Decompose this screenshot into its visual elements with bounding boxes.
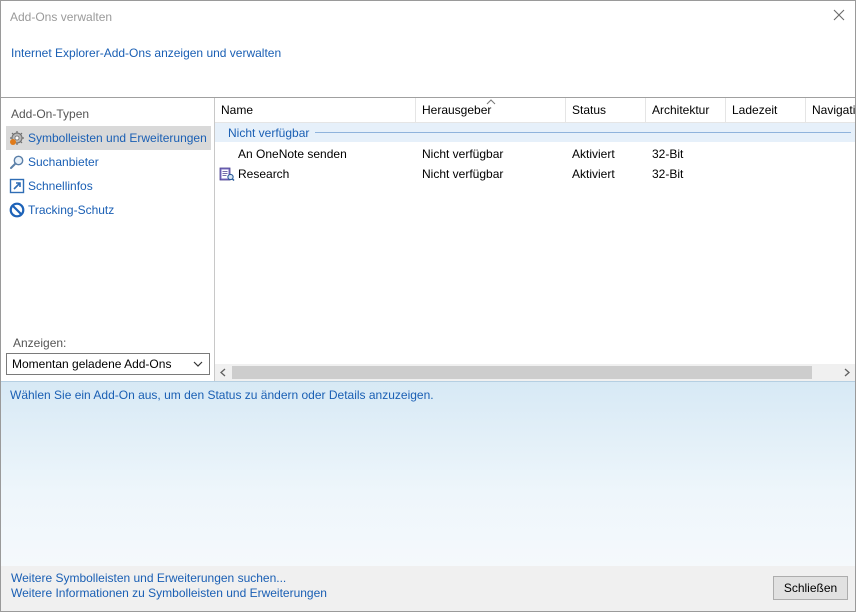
title-bar: Add-Ons verwalten — [1, 1, 855, 33]
addon-architecture: 32-Bit — [652, 167, 684, 181]
addon-type-toolbars-extensions[interactable]: Symbolleisten und Erweiterungen — [6, 126, 211, 150]
manage-addons-window: Add-Ons verwalten Internet Explorer-Add-… — [0, 0, 856, 612]
addon-publisher: Nicht verfügbar — [422, 167, 504, 181]
addon-types-panel: Add-On-Typen Symbolleisten und Erweiteru… — [1, 98, 214, 381]
close-button[interactable]: Schließen — [773, 576, 848, 600]
research-book-icon — [219, 166, 235, 182]
addon-publisher: Nicht verfügbar — [422, 147, 504, 161]
header: Internet Explorer-Add-Ons anzeigen und v… — [1, 33, 855, 97]
sort-ascending-icon — [486, 98, 496, 105]
table-row[interactable]: Research Nicht verfügbar Aktiviert 32-Bi… — [215, 164, 855, 184]
gear-icon — [9, 130, 25, 146]
accelerator-icon — [9, 178, 25, 194]
show-label: Anzeigen: — [13, 336, 67, 350]
column-header-navigation[interactable]: Navigati — [806, 98, 855, 123]
page-subtitle: Internet Explorer-Add-Ons anzeigen und v… — [11, 46, 282, 60]
addon-type-label: Tracking-Schutz — [28, 203, 115, 217]
column-header-load-time[interactable]: Ladezeit — [726, 98, 806, 123]
column-header-architecture[interactable]: Architektur — [646, 98, 726, 123]
scroll-left-icon[interactable] — [215, 364, 232, 381]
show-dropdown-value: Momentan geladene Add-Ons — [12, 357, 172, 371]
addon-status: Aktiviert — [572, 167, 615, 181]
column-headers: Name Herausgeber Status Architektur Lade… — [215, 98, 855, 123]
group-divider — [315, 132, 851, 133]
addon-type-list: Symbolleisten und Erweiterungen Suchanbi… — [6, 126, 211, 222]
addon-status: Aktiviert — [572, 147, 615, 161]
window-title: Add-Ons verwalten — [10, 10, 113, 24]
group-label: Nicht verfügbar — [228, 126, 310, 140]
column-header-status[interactable]: Status — [566, 98, 646, 123]
close-icon[interactable] — [831, 7, 847, 23]
addon-type-tracking-protection[interactable]: Tracking-Schutz — [6, 198, 211, 222]
horizontal-scrollbar[interactable] — [215, 364, 855, 381]
table-row[interactable]: An OneNote senden Nicht verfügbar Aktivi… — [215, 144, 855, 164]
find-more-toolbars-link[interactable]: Weitere Symbolleisten und Erweiterungen … — [11, 571, 286, 585]
addon-type-accelerators[interactable]: Schnellinfos — [6, 174, 211, 198]
addon-type-label: Symbolleisten und Erweiterungen — [28, 131, 207, 145]
show-dropdown[interactable]: Momentan geladene Add-Ons — [6, 353, 210, 375]
addon-type-label: Schnellinfos — [28, 179, 93, 193]
search-icon — [9, 154, 25, 170]
chevron-down-icon — [193, 358, 203, 368]
column-header-name[interactable]: Name — [215, 98, 416, 123]
scroll-right-icon[interactable] — [838, 364, 855, 381]
learn-more-toolbars-link[interactable]: Weitere Informationen zu Symbolleisten u… — [11, 586, 327, 600]
addon-list: Name Herausgeber Status Architektur Lade… — [215, 98, 855, 381]
footer: Weitere Symbolleisten und Erweiterungen … — [1, 566, 855, 611]
no-sign-icon — [9, 202, 25, 218]
addon-type-search-providers[interactable]: Suchanbieter — [6, 150, 211, 174]
addon-type-label: Suchanbieter — [28, 155, 99, 169]
scrollbar-thumb[interactable] — [232, 366, 812, 379]
addon-architecture: 32-Bit — [652, 147, 684, 161]
addon-name: Research — [238, 167, 290, 181]
addon-types-heading: Add-On-Typen — [11, 107, 90, 121]
details-pane: Wählen Sie ein Add-On aus, um den Status… — [1, 381, 855, 566]
addon-name: An OneNote senden — [238, 147, 347, 161]
group-header: Nicht verfügbar — [215, 123, 855, 142]
details-message: Wählen Sie ein Add-On aus, um den Status… — [10, 388, 434, 402]
